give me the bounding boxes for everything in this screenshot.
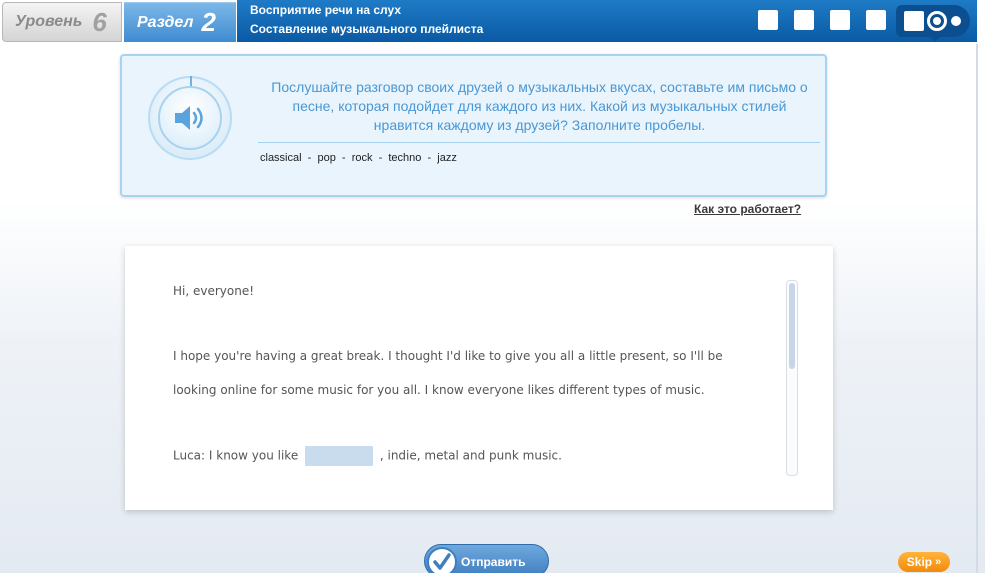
letter-greeting: Hi, everyone!: [173, 284, 255, 298]
current-step-ring-icon: [927, 11, 947, 31]
checkmark-glyph: [433, 553, 451, 570]
luca-suffix: , indie, metal and punk music.: [379, 448, 562, 463]
progress-step-2[interactable]: [794, 10, 814, 30]
unit-label: Раздел: [137, 13, 194, 31]
level-tab[interactable]: Уровень 6: [2, 2, 122, 42]
luca-prefix: Luca: I know you like: [173, 448, 299, 463]
submit-label: Отправить: [461, 555, 526, 569]
how-it-works-link[interactable]: Как это работает?: [694, 202, 801, 216]
letter-card: Hi, everyone! I hope you're having a gre…: [125, 246, 833, 510]
submit-button[interactable]: Отправить: [424, 544, 549, 573]
skip-label: Skip: [906, 555, 933, 569]
page-edge: [976, 44, 978, 573]
progress-step-4[interactable]: [866, 10, 886, 30]
instruction-text: Послушайте разговор своих друзей о музык…: [271, 79, 808, 133]
checkmark-icon: [427, 547, 457, 573]
letter-scrollbar-thumb[interactable]: [789, 283, 795, 369]
letter-luca-line: Luca: I know you like , indie, metal and…: [173, 446, 562, 466]
instruction-panel: Послушайте разговор своих друзей о музык…: [120, 54, 827, 197]
header: Уровень 6 Раздел 2 Восприятие речи на сл…: [0, 0, 985, 44]
unit-tab[interactable]: Раздел 2: [124, 2, 236, 42]
instruction-divider: [258, 142, 820, 143]
audio-progress-marker: [190, 76, 192, 86]
level-number: 6: [92, 6, 107, 37]
letter-para1-line1: I hope you're having a great break. I th…: [173, 349, 723, 363]
skip-button[interactable]: Skip »: [898, 552, 950, 572]
level-label: Уровень: [15, 13, 83, 30]
next-step-dot-icon: [951, 16, 961, 26]
double-chevron-right-icon: »: [935, 556, 942, 568]
speaker-icon: [175, 106, 203, 130]
current-step-pointer-icon: [929, 36, 941, 42]
word-bank-text: classical - pop - rock - techno - jazz: [260, 152, 457, 164]
luca-genre-gap[interactable]: [305, 446, 374, 466]
lesson-topic-title: Составление музыкального плейлиста: [250, 22, 484, 36]
progress-step-3[interactable]: [830, 10, 850, 30]
unit-number: 2: [201, 7, 216, 37]
letter-para1-line2: looking online for some music for you al…: [173, 383, 705, 397]
word-bank: classical - pop - rock - techno - jazz: [260, 152, 457, 164]
progress-step-1[interactable]: [758, 10, 778, 30]
progress-step-5[interactable]: [904, 11, 924, 31]
letter-scrollbar[interactable]: [786, 280, 798, 476]
progress-current-step[interactable]: [896, 5, 970, 37]
lesson-skill-title: Восприятие речи на слух: [250, 3, 402, 17]
audio-button-inner[interactable]: [158, 86, 222, 150]
audio-play-button[interactable]: [148, 76, 232, 160]
